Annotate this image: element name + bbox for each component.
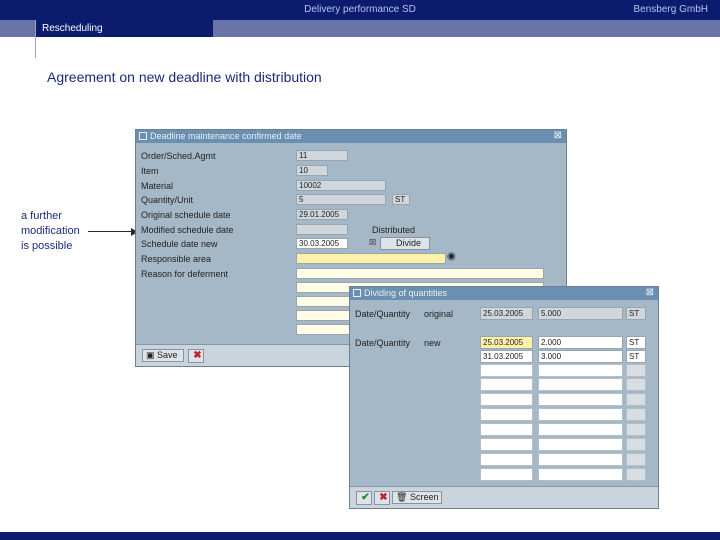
empty-date-cell[interactable] xyxy=(480,393,533,406)
checkbox-icon[interactable]: ☒ xyxy=(369,238,376,247)
original-date: 25.03.2005 xyxy=(480,307,533,320)
empty-date-cell[interactable] xyxy=(480,468,533,481)
empty-date-cell[interactable] xyxy=(480,408,533,421)
new-quantity-2[interactable]: 3.000 xyxy=(538,350,623,363)
unit-field: ST xyxy=(392,194,410,205)
original-date-field: 29.01.2005 xyxy=(296,209,348,220)
row-tag: new xyxy=(424,338,441,348)
section-bar: Rescheduling xyxy=(0,20,720,37)
search-help-icon[interactable]: ◉ xyxy=(447,251,456,262)
bottom-bar xyxy=(0,532,720,540)
row-tag: original xyxy=(424,309,454,319)
modified-date-field xyxy=(296,224,348,235)
new-date-2[interactable]: 31.03.2005 xyxy=(480,350,533,363)
top-bar: Delivery performance SD Bensberg GmbH xyxy=(0,0,720,20)
field-label: Quantity/Unit xyxy=(141,195,194,205)
empty-unit-cell xyxy=(626,453,646,466)
empty-date-cell[interactable] xyxy=(480,423,533,436)
empty-qty-cell[interactable] xyxy=(538,364,623,377)
empty-date-cell[interactable] xyxy=(480,378,533,391)
reason-field[interactable] xyxy=(296,268,544,279)
screen-button[interactable]: 🗑 Screen xyxy=(392,491,442,504)
close-icon[interactable]: ⊠ xyxy=(646,287,654,298)
window-icon xyxy=(139,132,147,140)
divider xyxy=(35,20,36,58)
save-icon: ▣ xyxy=(146,350,155,360)
new-unit-2[interactable]: ST xyxy=(626,350,646,363)
distributed-label: Distributed xyxy=(372,225,416,235)
empty-qty-cell[interactable] xyxy=(538,468,623,481)
empty-qty-cell[interactable] xyxy=(538,378,623,391)
empty-qty-cell[interactable] xyxy=(538,423,623,436)
empty-qty-cell[interactable] xyxy=(538,438,623,451)
save-button-label: Save xyxy=(157,350,178,360)
dialog-titlebar: Deadline maintenance confirmed date ⊠ xyxy=(136,130,566,143)
empty-unit-cell xyxy=(626,423,646,436)
material-field: 10002 xyxy=(296,180,386,191)
presentation-title: Delivery performance SD xyxy=(304,4,416,15)
divide-button-label: Divide xyxy=(396,238,422,248)
field-label: Modified schedule date xyxy=(141,225,234,235)
empty-unit-cell xyxy=(626,408,646,421)
dialog-title: Deadline maintenance confirmed date xyxy=(150,131,302,141)
field-label: Original schedule date xyxy=(141,210,231,220)
empty-date-cell[interactable] xyxy=(480,453,533,466)
dialog-titlebar: Dividing of quantities ⊠ xyxy=(350,287,658,300)
new-quantity-1[interactable]: 2.000 xyxy=(538,336,623,349)
empty-qty-cell[interactable] xyxy=(538,453,623,466)
dividing-quantities-dialog: Dividing of quantities ⊠ Date/Quantity o… xyxy=(349,286,659,509)
empty-date-cell[interactable] xyxy=(480,438,533,451)
window-icon xyxy=(353,289,361,297)
field-label: Responsible area xyxy=(141,254,212,264)
close-icon[interactable]: ⊠ xyxy=(554,130,562,141)
slide-headline: Agreement on new deadline with distribut… xyxy=(47,69,322,85)
original-quantity: 5.000 xyxy=(538,307,623,320)
empty-unit-cell xyxy=(626,378,646,391)
field-label: Reason for deferment xyxy=(141,269,229,279)
new-date-1[interactable]: 25.03.2005 xyxy=(480,336,533,349)
annotation-arrow xyxy=(88,231,134,232)
confirm-icon[interactable]: ✔ xyxy=(356,491,372,505)
field-label: Order/Sched.Agmt xyxy=(141,151,216,161)
empty-unit-cell xyxy=(626,364,646,377)
divide-button[interactable]: Divide xyxy=(380,237,430,250)
item-field: 10 xyxy=(296,165,328,176)
field-label: Item xyxy=(141,166,159,176)
empty-unit-cell xyxy=(626,393,646,406)
empty-qty-cell[interactable] xyxy=(538,408,623,421)
responsible-area-field[interactable] xyxy=(296,253,446,264)
screen-button-label: Screen xyxy=(409,492,439,502)
field-label: Material xyxy=(141,181,174,191)
cancel-icon[interactable]: ✖ xyxy=(374,491,390,505)
row-label: Date/Quantity xyxy=(355,309,411,319)
original-unit: ST xyxy=(626,307,646,320)
trash-icon: 🗑 xyxy=(396,492,408,502)
annotation-line: a further xyxy=(21,210,62,222)
save-button[interactable]: ▣ Save xyxy=(142,349,184,362)
annotation-line: is possible xyxy=(21,240,73,252)
empty-unit-cell xyxy=(626,438,646,451)
new-date-field[interactable]: 30.03.2005 xyxy=(296,238,348,249)
dialog-toolbar: ✔ ✖ 🗑 Screen xyxy=(350,486,658,508)
new-unit-1[interactable]: ST xyxy=(626,336,646,349)
company-name: Bensberg GmbH xyxy=(633,4,708,15)
field-label: Schedule date new xyxy=(141,239,218,249)
cancel-icon[interactable]: ✖ xyxy=(188,349,204,363)
quantity-field: 5 xyxy=(296,194,386,205)
dialog-title: Dividing of quantities xyxy=(364,288,448,298)
empty-unit-cell xyxy=(626,468,646,481)
empty-qty-cell[interactable] xyxy=(538,393,623,406)
empty-date-cell[interactable] xyxy=(480,364,533,377)
row-label: Date/Quantity xyxy=(355,338,411,348)
section-label: Rescheduling xyxy=(35,20,213,37)
order-field: 11 xyxy=(296,150,348,161)
